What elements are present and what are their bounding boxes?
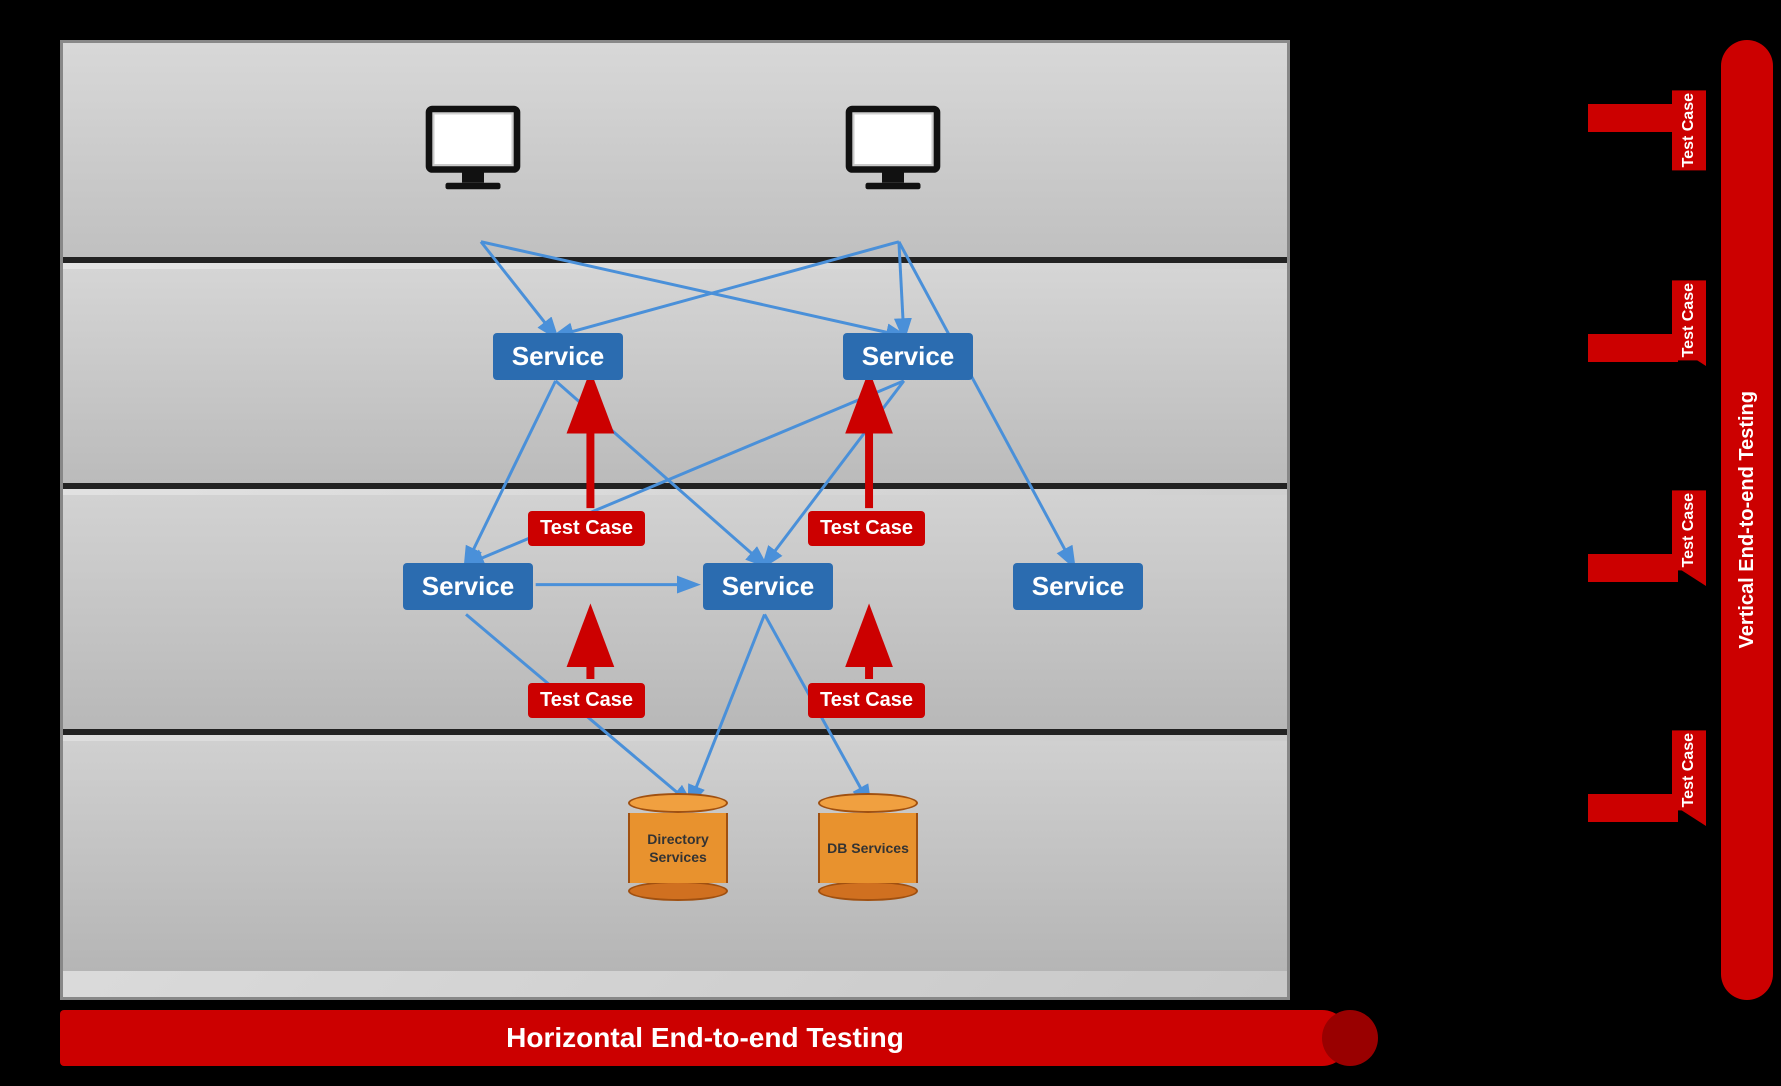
horizontal-bar-cap — [1322, 1010, 1378, 1066]
horizontal-bar-label: Horizontal End-to-end Testing — [506, 1022, 904, 1054]
test-case-box-2: Test Case — [808, 511, 925, 546]
right-tc-label-1: Test Case — [1672, 90, 1706, 170]
service-box-3: Service — [403, 563, 533, 610]
service-box-1: Service — [493, 333, 623, 380]
service-box-2: Service — [843, 333, 973, 380]
monitor-2 — [838, 98, 948, 213]
layer-client — [63, 43, 1287, 263]
cylinder-top-1 — [628, 793, 728, 813]
right-tc-label-3: Test Case — [1672, 490, 1706, 570]
layer-service2 — [63, 495, 1287, 735]
right-tc-label-2: Test Case — [1672, 280, 1706, 360]
test-case-box-1: Test Case — [528, 511, 645, 546]
cylinder-bottom-1 — [628, 881, 728, 901]
layer-service1 — [63, 269, 1287, 489]
vertical-bar: Vertical End-to-end Testing — [1721, 40, 1773, 1000]
test-case-box-3: Test Case — [528, 683, 645, 718]
monitor-icon-2 — [838, 98, 948, 208]
main-container: Service Service Service Service Service … — [0, 0, 1781, 1086]
db-services-db: DB Services — [818, 793, 918, 901]
service-box-5: Service — [1013, 563, 1143, 610]
directory-services-db: Directory Services — [628, 793, 728, 901]
right-tc-label-4: Test Case — [1672, 730, 1706, 810]
db-services-label: DB Services — [825, 838, 911, 858]
monitor-icon-1 — [418, 98, 528, 208]
vertical-bar-label: Vertical End-to-end Testing — [1736, 391, 1759, 648]
service-box-4: Service — [703, 563, 833, 610]
monitor-1 — [418, 98, 528, 213]
cylinder-bottom-2 — [818, 881, 918, 901]
test-case-box-4: Test Case — [808, 683, 925, 718]
diagram-area: Service Service Service Service Service … — [60, 40, 1290, 1000]
cylinder-body-2: DB Services — [818, 813, 918, 883]
horizontal-bar: Horizontal End-to-end Testing — [60, 1010, 1350, 1066]
cylinder-body-1: Directory Services — [628, 813, 728, 883]
directory-services-label: Directory Services — [630, 828, 726, 868]
cylinder-top-2 — [818, 793, 918, 813]
